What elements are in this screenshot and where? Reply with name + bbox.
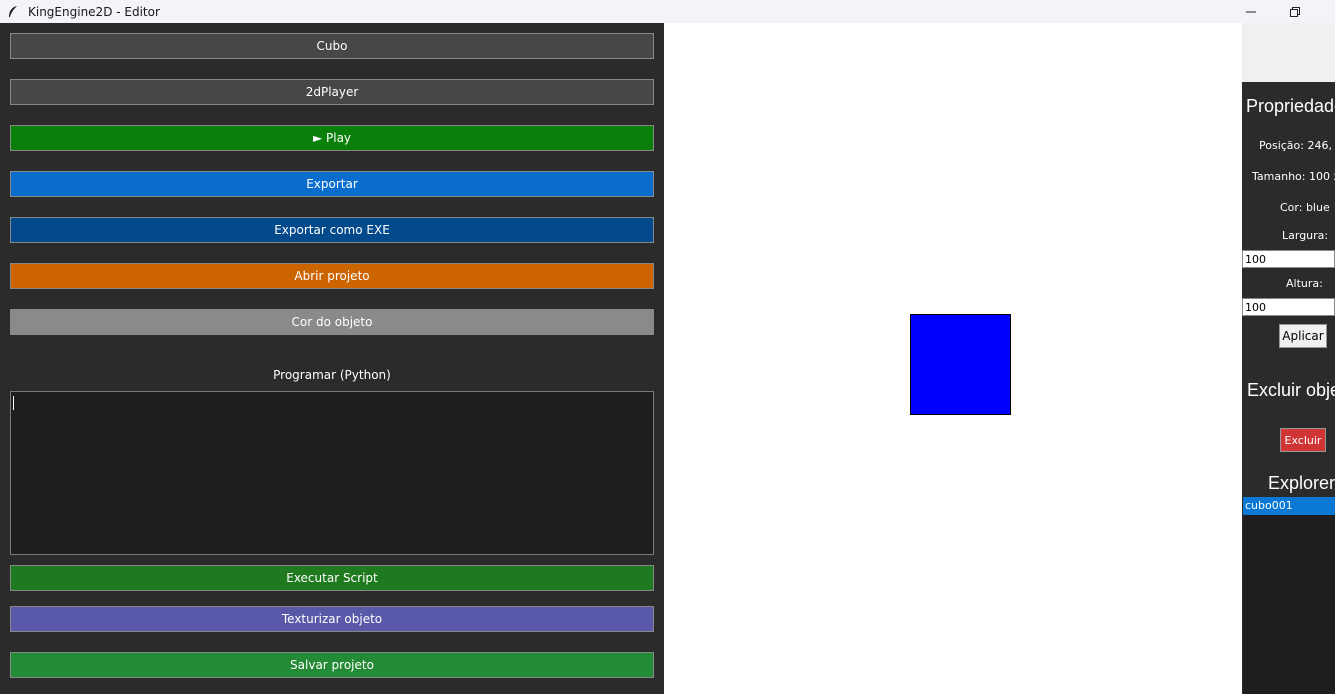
explorer-list[interactable]: cubo001	[1243, 497, 1335, 694]
object-color-button[interactable]: Cor do objeto	[10, 309, 654, 335]
run-script-button[interactable]: Executar Script	[10, 565, 654, 591]
code-editor-label: Programar (Python)	[273, 368, 391, 382]
apply-button[interactable]: Aplicar	[1279, 324, 1327, 348]
export-exe-button[interactable]: Exportar como EXE	[10, 217, 654, 243]
cubo-button[interactable]: Cubo	[10, 33, 654, 59]
list-item[interactable]: cubo001	[1243, 497, 1335, 515]
left-toolbar-panel: Cubo 2dPlayer ► Play Exportar Exportar c…	[0, 23, 664, 694]
title-bar: KingEngine2D - Editor	[0, 0, 1335, 23]
window-title: KingEngine2D - Editor	[28, 4, 160, 19]
export-button[interactable]: Exportar	[10, 171, 654, 197]
height-input[interactable]	[1242, 298, 1335, 316]
explorer-heading: Explorer	[1268, 473, 1335, 493]
size-label: Tamanho: 100 x	[1252, 170, 1335, 183]
color-label: Cor: blue	[1280, 201, 1330, 214]
scene-canvas[interactable]	[664, 23, 1242, 694]
properties-panel: Propriedades Posição: 246, 2 Tamanho: 10…	[1242, 82, 1335, 694]
delete-button[interactable]: Excluir	[1280, 428, 1326, 452]
width-input[interactable]	[1242, 250, 1335, 268]
height-label: Altura:	[1286, 277, 1323, 290]
delete-object-heading: Excluir objeto	[1247, 380, 1335, 400]
minimize-icon[interactable]	[1228, 0, 1274, 23]
position-label: Posição: 246, 2	[1259, 139, 1335, 152]
2dplayer-button[interactable]: 2dPlayer	[10, 79, 654, 105]
scene-object-cube[interactable]	[910, 314, 1011, 415]
feather-icon	[6, 5, 20, 19]
right-panel-spacer	[1242, 23, 1335, 82]
texture-object-button[interactable]: Texturizar objeto	[10, 606, 654, 632]
python-code-editor[interactable]	[10, 391, 654, 555]
restore-icon[interactable]	[1272, 0, 1318, 23]
properties-heading: Propriedades	[1246, 96, 1335, 116]
text-caret	[13, 396, 14, 410]
open-project-button[interactable]: Abrir projeto	[10, 263, 654, 289]
save-project-button[interactable]: Salvar projeto	[10, 652, 654, 678]
width-label: Largura:	[1282, 229, 1329, 242]
play-button[interactable]: ► Play	[10, 125, 654, 151]
